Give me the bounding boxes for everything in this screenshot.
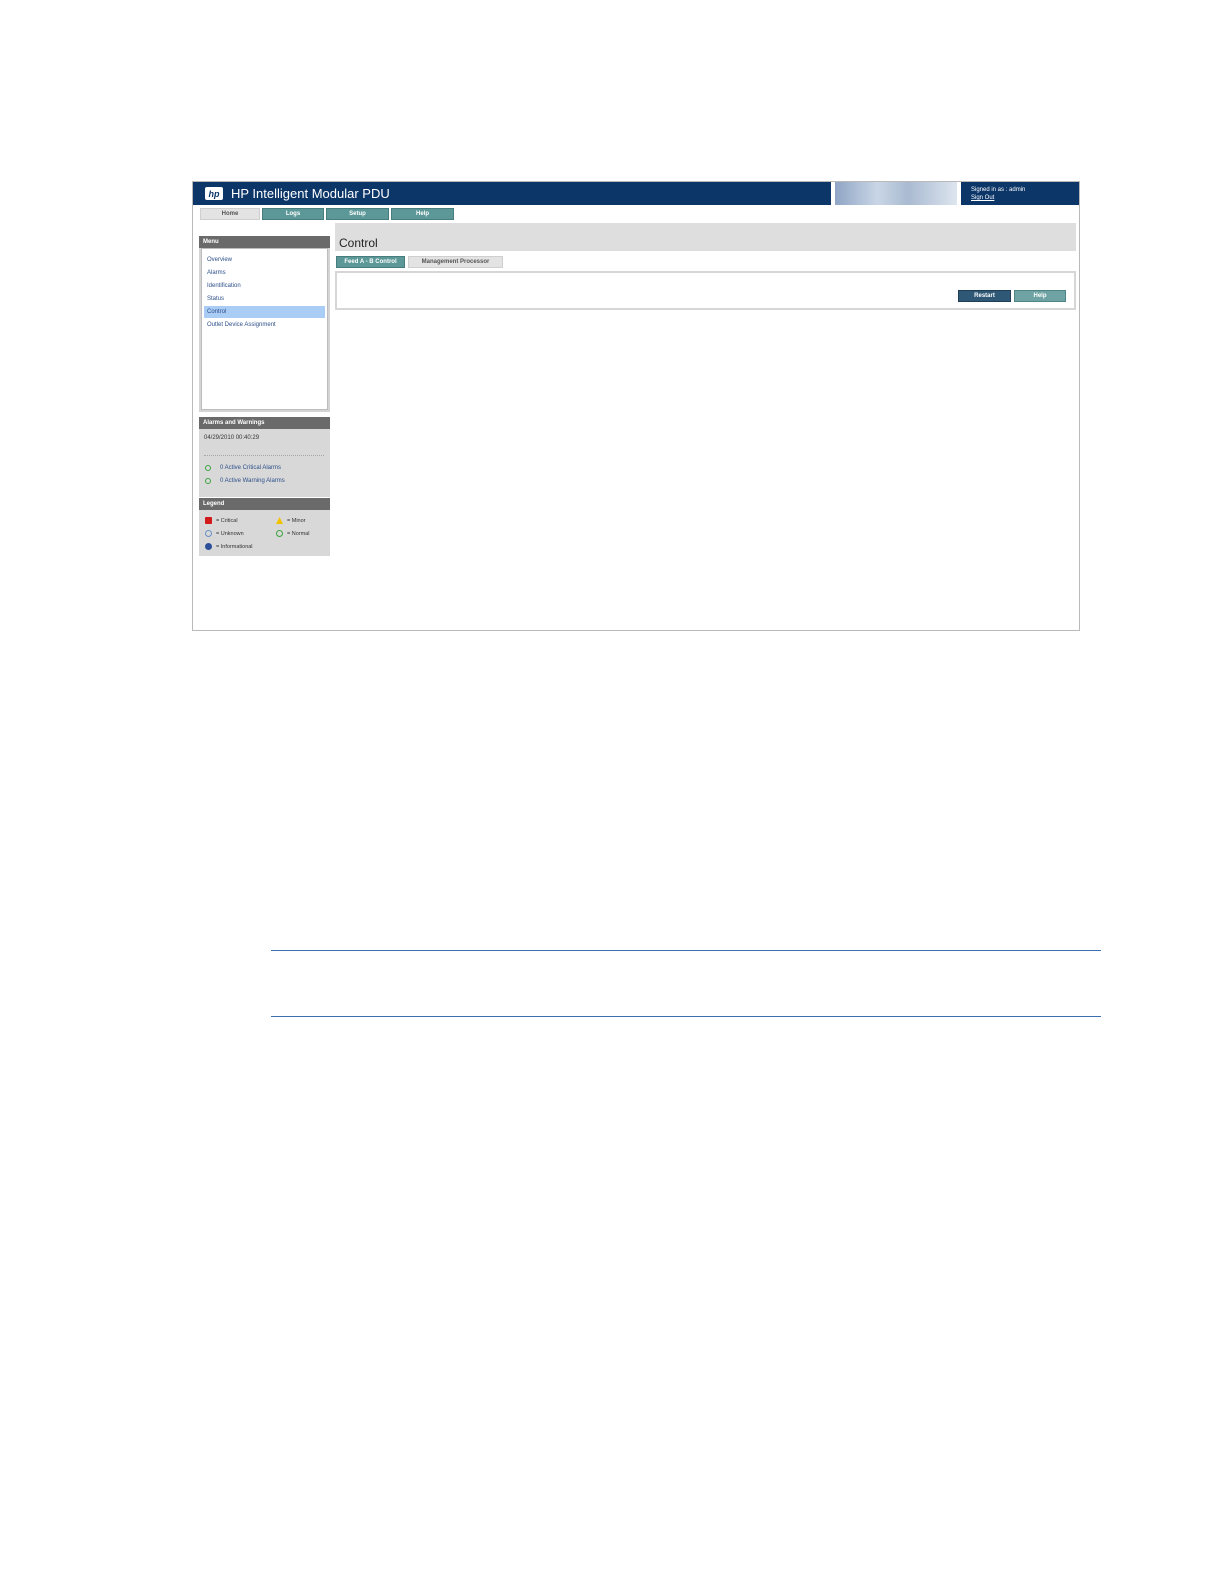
banner-image (835, 182, 957, 205)
menu-item-outlet-device-assignment[interactable]: Outlet Device Assignment (204, 319, 325, 331)
legend-header: Legend (199, 498, 330, 510)
legend-critical: = Critical (205, 517, 238, 524)
divider (204, 455, 324, 456)
legend-normal-label: = Normal (287, 530, 310, 537)
top-navigation: Home Logs Setup Help (193, 205, 1079, 222)
legend-critical-label: = Critical (216, 517, 238, 524)
tab-home[interactable]: Home (200, 208, 260, 220)
sign-out-link[interactable]: Sign Out (971, 194, 1079, 202)
legend-informational-label: = Informational (216, 543, 253, 550)
alarms-panel: 04/29/2010 00:40:29 0 Active Critical Al… (199, 429, 330, 497)
page-title: Control (339, 236, 378, 250)
tab-logs[interactable]: Logs (262, 208, 324, 220)
legend-minor: = Minor (276, 517, 306, 524)
legend-minor-label: = Minor (287, 517, 306, 524)
divider-top (271, 950, 1101, 951)
menu-item-identification[interactable]: Identification (204, 280, 325, 292)
legend-unknown-label: = Unknown (216, 530, 244, 537)
critical-alarms-row[interactable]: 0 Active Critical Alarms (205, 465, 281, 471)
divider-bottom (271, 1016, 1101, 1017)
normal-status-icon (205, 465, 211, 471)
warning-alarms-link[interactable]: 0 Active Warning Alarms (220, 478, 285, 484)
critical-alarms-link[interactable]: 0 Active Critical Alarms (220, 465, 281, 471)
legend-normal: = Normal (276, 530, 309, 537)
tab-help[interactable]: Help (391, 208, 454, 220)
title-bar: hp HP Intelligent Modular PDU (193, 182, 831, 205)
menu-item-overview[interactable]: Overview (204, 254, 325, 266)
menu-header: Menu (199, 236, 330, 248)
alarm-timestamp: 04/29/2010 00:40:29 (204, 435, 260, 441)
legend-panel: = Critical = Minor = Unknown = Normal = … (199, 510, 330, 556)
menu-item-alarms[interactable]: Alarms (204, 267, 325, 279)
signed-in-label: Signed in as : admin (971, 187, 1026, 193)
unknown-icon (205, 530, 212, 537)
user-panel: Signed in as : admin Sign Out (961, 182, 1079, 205)
menu-item-status[interactable]: Status (204, 293, 325, 305)
help-button[interactable]: Help (1014, 290, 1066, 302)
info-icon (205, 543, 212, 550)
pdu-web-ui-screenshot: hp HP Intelligent Modular PDU Signed in … (192, 181, 1080, 631)
control-panel: Restart Help (335, 271, 1076, 310)
tab-feed-control[interactable]: Feed A - B Control (336, 256, 405, 268)
legend-unknown: = Unknown (205, 530, 244, 537)
alarms-header: Alarms and Warnings (199, 417, 330, 429)
minor-icon (276, 517, 283, 524)
legend-informational: = Informational (205, 543, 253, 550)
normal-status-icon (205, 478, 211, 484)
normal-icon (276, 530, 283, 537)
critical-icon (205, 517, 212, 524)
app-title: HP Intelligent Modular PDU (231, 186, 390, 201)
tab-management-processor[interactable]: Management Processor (408, 256, 503, 268)
hp-logo: hp (205, 187, 223, 200)
header-banner: hp HP Intelligent Modular PDU Signed in … (193, 182, 1079, 205)
warning-alarms-row[interactable]: 0 Active Warning Alarms (205, 478, 285, 484)
menu-panel: Overview Alarms Identification Status Co… (199, 248, 330, 412)
tab-setup[interactable]: Setup (326, 208, 389, 220)
content-header: Control (335, 223, 1076, 251)
menu-list: Overview Alarms Identification Status Co… (201, 248, 328, 410)
menu-item-control[interactable]: Control (204, 306, 325, 318)
restart-button[interactable]: Restart (958, 290, 1011, 302)
